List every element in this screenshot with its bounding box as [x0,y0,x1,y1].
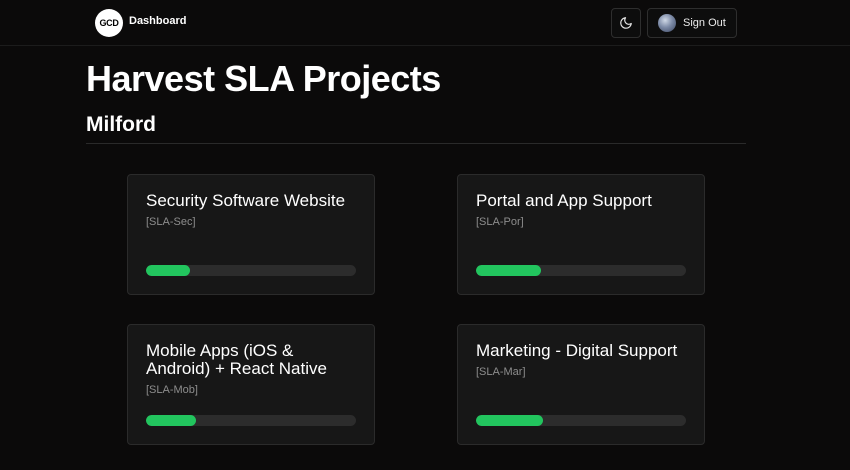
page-title: Harvest SLA Projects [86,58,441,99]
project-title: Marketing - Digital Support [476,341,678,360]
top-navbar: GCD Dashboard Sign Out [0,0,850,46]
project-code: [SLA-Por] [476,216,524,228]
progress-bar-fill [146,265,191,276]
progress-bar-fill [476,415,544,426]
section-divider [86,143,746,144]
dashboard-link[interactable]: Dashboard [129,15,186,27]
project-card[interactable]: Portal and App Support [SLA-Por] [457,174,705,295]
project-title: Portal and App Support [476,191,652,210]
project-title: Security Software Website [146,191,346,210]
page-subtitle: Milford [86,113,156,136]
project-card[interactable]: Security Software Website [SLA-Sec] [127,174,375,295]
progress-bar [146,265,356,276]
avatar [658,14,676,32]
progress-bar-fill [476,265,542,276]
project-code: [SLA-Mar] [476,366,526,378]
logo[interactable]: GCD [95,9,123,37]
progress-bar [146,415,356,426]
project-card[interactable]: Mobile Apps (iOS & Android) + React Nati… [127,324,375,445]
project-title: Mobile Apps (iOS & Android) + React Nati… [146,341,327,378]
moon-icon [620,17,632,29]
progress-bar [476,265,686,276]
project-card[interactable]: Marketing - Digital Support [SLA-Mar] [457,324,705,445]
progress-bar [476,415,686,426]
sign-out-button[interactable]: Sign Out [647,8,737,38]
project-code: [SLA-Mob] [146,384,198,396]
sign-out-label: Sign Out [683,17,726,29]
progress-bar-fill [146,415,197,426]
project-code: [SLA-Sec] [146,216,196,228]
theme-toggle-button[interactable] [611,8,641,38]
